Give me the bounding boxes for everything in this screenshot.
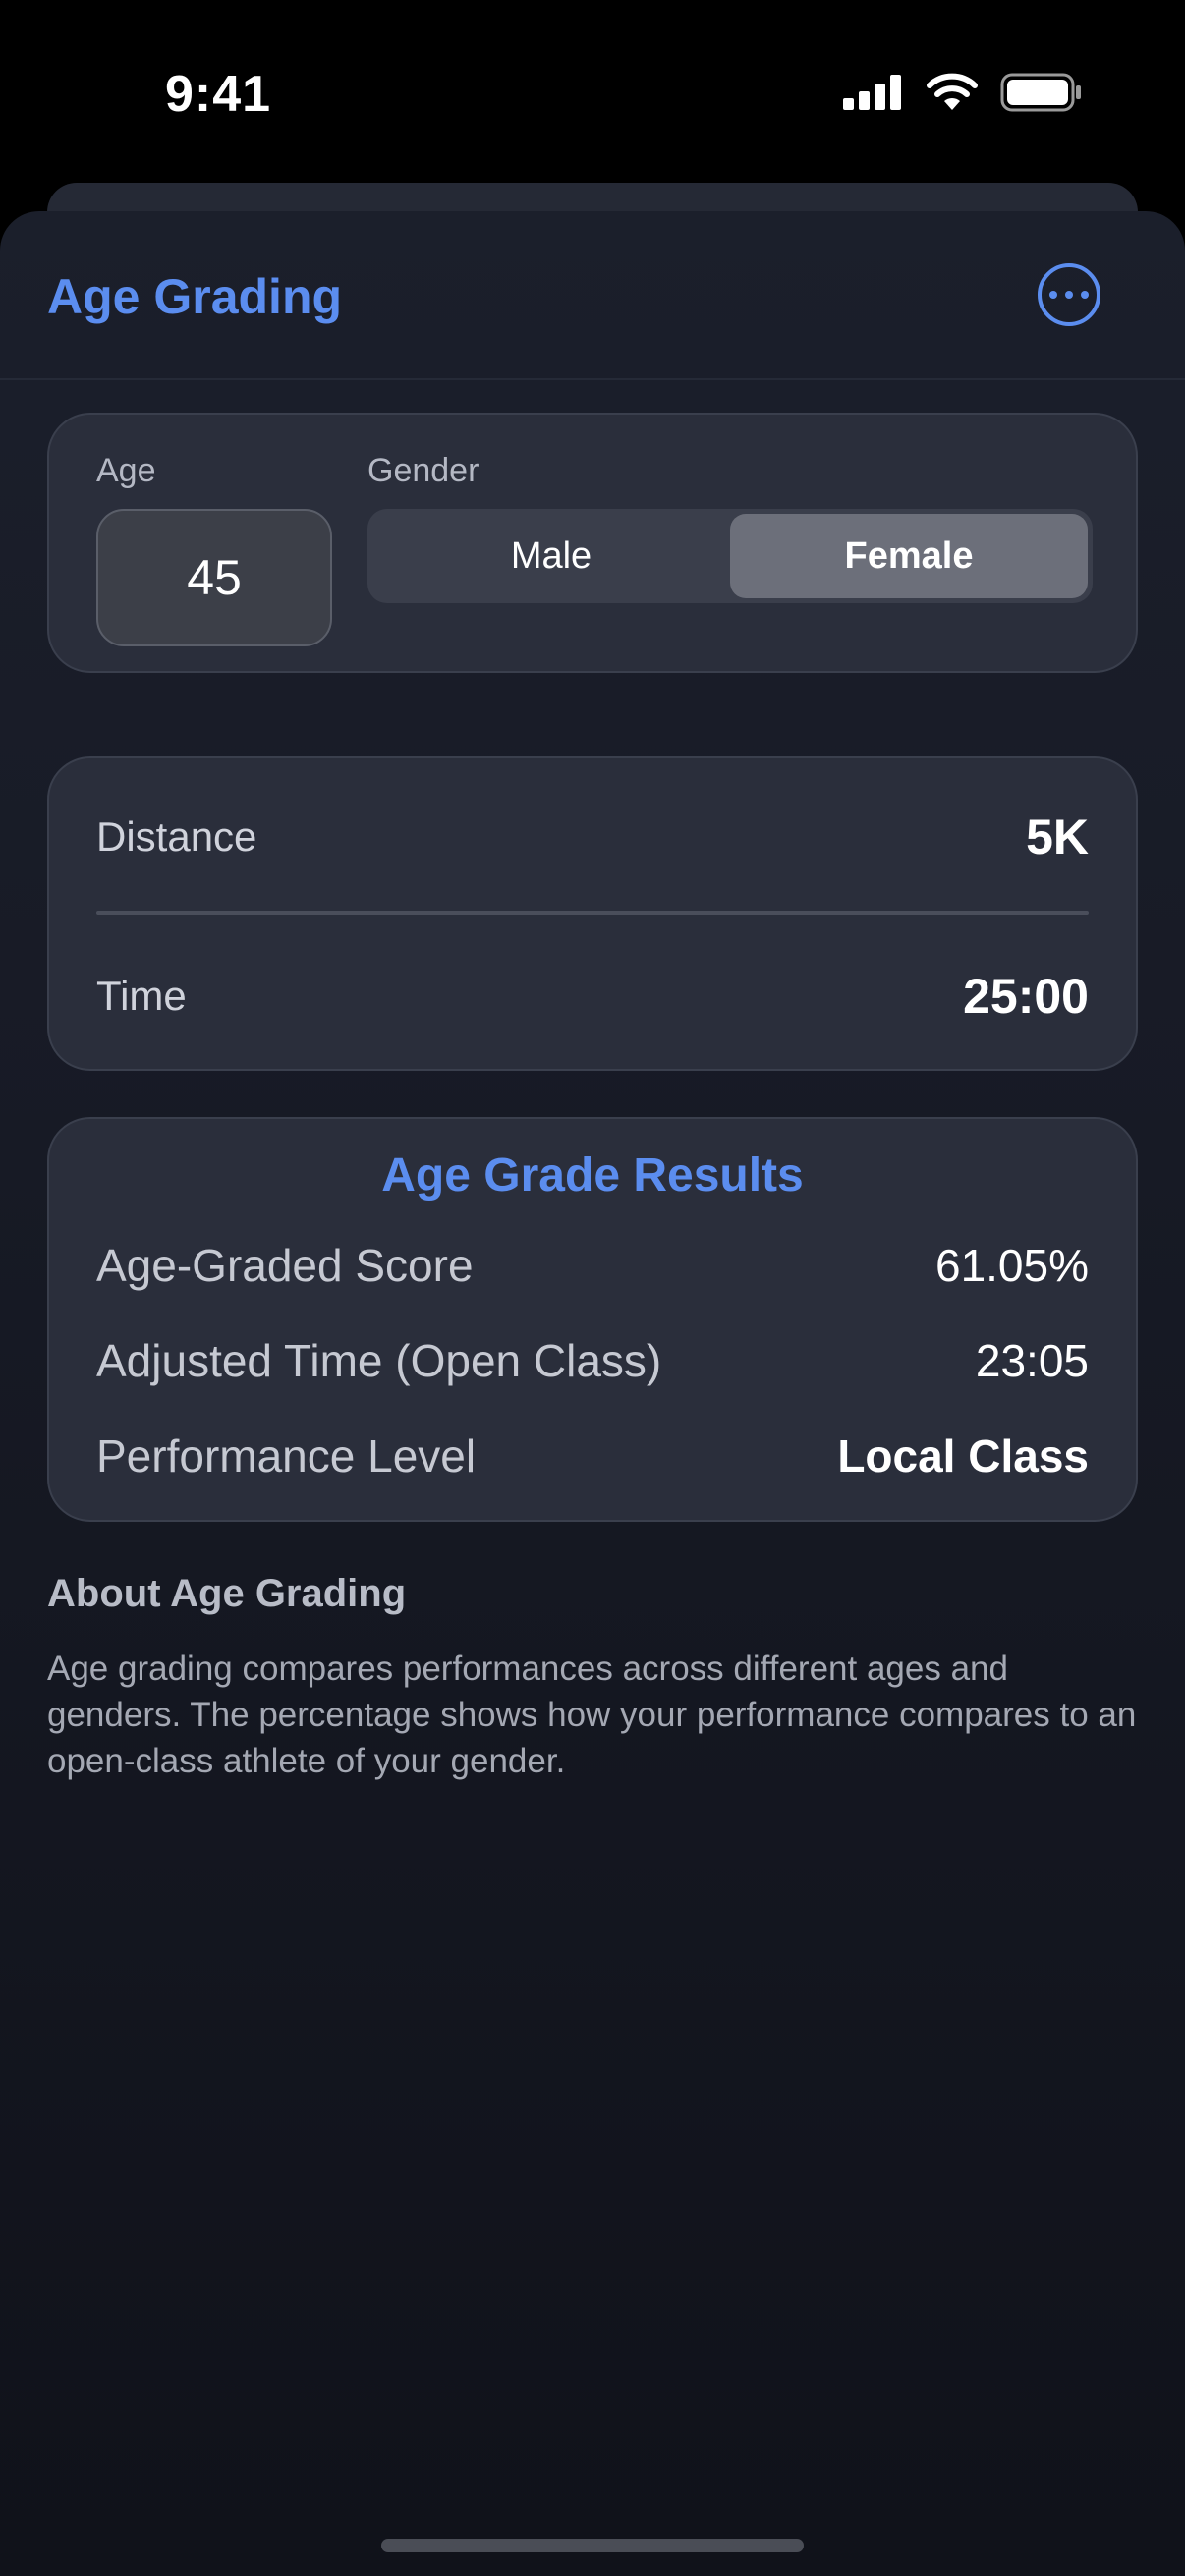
more-icon-dot [1065, 291, 1073, 299]
time-row[interactable]: Time 25:00 [96, 962, 1089, 1031]
result-row-adjusted-time: Adjusted Time (Open Class) 23:05 [96, 1334, 1089, 1387]
battery-icon [1000, 73, 1081, 112]
status-time: 9:41 [165, 66, 272, 123]
time-label: Time [96, 973, 187, 1019]
results-card: Age Grade Results Age-Graded Score 61.05… [47, 1117, 1138, 1522]
result-value: 61.05% [934, 1240, 1089, 1291]
cellular-signal-icon [843, 75, 901, 110]
age-grading-sheet: Age Grading Age 45 Gender Male Female Di… [0, 211, 1185, 2576]
distance-row[interactable]: Distance 5K [96, 803, 1089, 871]
nav-bar: Age Grading [0, 211, 1185, 380]
gender-segmented-control: Male Female [367, 509, 1093, 603]
result-value: 23:05 [975, 1335, 1089, 1386]
page-title: Age Grading [47, 269, 343, 324]
more-icon [1049, 291, 1057, 299]
result-row-score: Age-Graded Score 61.05% [96, 1239, 1089, 1292]
home-indicator[interactable] [381, 2539, 804, 2552]
about-title: About Age Grading [47, 1572, 407, 1615]
gender-option-male[interactable]: Male [372, 514, 730, 598]
result-label: Adjusted Time (Open Class) [96, 1335, 662, 1386]
wifi-icon [927, 73, 978, 110]
profile-card: Age 45 Gender Male Female [47, 413, 1138, 673]
time-value: 25:00 [963, 969, 1089, 1024]
distance-label: Distance [96, 813, 257, 860]
gender-label: Gender [367, 452, 480, 489]
status-icons [843, 73, 1083, 112]
result-value: Local Class [837, 1430, 1089, 1482]
age-label: Age [96, 452, 156, 489]
about-description: Age grading compares performances across… [47, 1650, 1137, 1780]
result-label: Age-Graded Score [96, 1240, 474, 1291]
run-details-card: Distance 5K Time 25:00 [47, 756, 1138, 1071]
results-title: Age Grade Results [381, 1149, 804, 1202]
age-input[interactable]: 45 [96, 509, 332, 646]
more-options-button[interactable] [1038, 263, 1100, 326]
gender-option-female[interactable]: Female [730, 514, 1088, 598]
status-bar: 9:41 [0, 0, 1185, 187]
row-divider [96, 911, 1089, 915]
more-icon-dot [1081, 291, 1089, 299]
result-row-performance-level: Performance Level Local Class [96, 1429, 1089, 1483]
distance-value: 5K [1026, 810, 1089, 865]
result-label: Performance Level [96, 1430, 477, 1482]
